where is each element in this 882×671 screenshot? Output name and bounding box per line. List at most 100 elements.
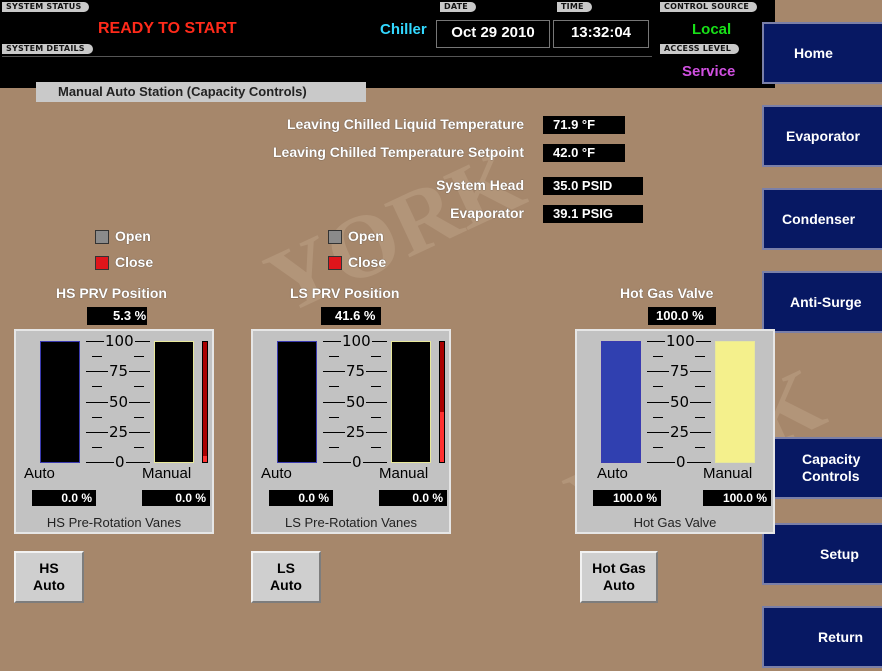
scale-50: 50 (669, 393, 691, 411)
reading-label-setpoint: Leaving Chilled Temperature Setpoint (272, 144, 524, 160)
time-value: 13:32:04 (553, 20, 649, 48)
hgv-auto-value: 100.0 % (593, 490, 661, 506)
hot-gas-valve-title: Hot Gas Valve (620, 285, 714, 301)
hs-prv-position-value: 5.3 % (87, 307, 147, 325)
scale-100: 100 (665, 332, 696, 350)
ls-scale: 100 75 50 25 0 (323, 332, 387, 471)
ls-manual-value: 0.0 % (379, 490, 447, 506)
ls-auto-label: Auto (261, 465, 292, 482)
hs-auto-value: 0.0 % (32, 490, 96, 506)
ls-panel-footer: LS Pre-Rotation Vanes (285, 515, 417, 530)
scale-50: 50 (345, 393, 367, 411)
hgv-auto-fill (602, 342, 640, 462)
scale-50: 50 (108, 393, 130, 411)
hs-manual-label: Manual (142, 465, 192, 482)
system-details-label: SYSTEM DETAILS (2, 44, 93, 54)
hs-auto-label: Auto (24, 465, 55, 482)
scale-75: 75 (669, 362, 691, 380)
hgv-auto-label: Auto (597, 465, 628, 482)
hgv-manual-value: 100.0 % (703, 490, 771, 506)
scale-0: 0 (675, 453, 687, 471)
reading-value-setpoint: 42.0 °F (543, 144, 625, 162)
nav-condenser-button[interactable]: Condenser (762, 188, 882, 250)
reading-value-lclt: 71.9 °F (543, 116, 625, 134)
control-source-label: CONTROL SOURCE (660, 2, 758, 12)
system-status-label: SYSTEM STATUS (2, 2, 90, 12)
page-title: Manual Auto Station (Capacity Controls) (36, 82, 366, 102)
hgv-manual-fill (716, 342, 754, 462)
ls-close-label: Close (348, 254, 387, 270)
hs-position-bar (202, 341, 208, 463)
hs-auto-button-line2: Auto (33, 577, 65, 593)
ls-auto-button-line2: Auto (270, 577, 302, 593)
scale-0: 0 (351, 453, 363, 471)
hs-close-indicator (95, 256, 109, 270)
ls-manual-bar (391, 341, 431, 463)
access-level-label: ACCESS LEVEL (660, 44, 740, 54)
scale-0: 0 (114, 453, 126, 471)
scale-75: 75 (108, 362, 130, 380)
hs-manual-bar (154, 341, 194, 463)
nav-return-button[interactable]: Return (762, 606, 882, 668)
ls-open-indicator (328, 230, 342, 244)
time-label: TIME (557, 2, 592, 12)
hs-auto-bar (40, 341, 80, 463)
scale-100: 100 (104, 332, 135, 350)
hgv-scale: 100 75 50 25 0 (647, 332, 711, 471)
ls-auto-bar (277, 341, 317, 463)
hs-auto-button-line1: HS (39, 560, 59, 576)
nav-home-button[interactable]: Home (762, 22, 882, 84)
hs-panel-footer: HS Pre-Rotation Vanes (46, 515, 182, 530)
hgv-station-panel: 100 75 50 25 0 Auto Manual 100.0 % 100.0… (575, 329, 775, 534)
hs-scale: 100 75 50 25 0 (86, 332, 150, 471)
ls-auto-button-line1: LS (277, 560, 295, 576)
hot-gas-auto-button[interactable]: Hot Gas Auto (580, 551, 658, 603)
nav-capacity-controls-button[interactable]: Capacity Controls (762, 437, 882, 499)
reading-label-evaporator: Evaporator (450, 205, 524, 221)
hot-gas-auto-button-line2: Auto (603, 577, 635, 593)
hs-manual-value: 0.0 % (142, 490, 210, 506)
hs-prv-position-title: HS PRV Position (56, 285, 167, 301)
control-source-value: Local (692, 21, 732, 38)
reading-value-system-head: 35.0 PSID (543, 177, 643, 195)
nav-anti-surge-button[interactable]: Anti-Surge (762, 271, 882, 333)
scale-25: 25 (108, 423, 130, 441)
reading-label-lclt: Leaving Chilled Liquid Temperature (287, 116, 524, 132)
hgv-auto-bar (601, 341, 641, 463)
hgv-panel-footer: Hot Gas Valve (633, 515, 717, 530)
scale-75: 75 (345, 362, 367, 380)
ls-open-label: Open (348, 228, 384, 244)
hot-gas-valve-position: 100.0 % (648, 307, 716, 325)
scale-25: 25 (669, 423, 691, 441)
hs-auto-button[interactable]: HS Auto (14, 551, 84, 603)
ls-auto-button[interactable]: LS Auto (251, 551, 321, 603)
hs-position-fill (203, 455, 207, 462)
ls-station-panel: 100 75 50 25 0 Auto Manual 0.0 % 0.0 % L… (251, 329, 451, 534)
ls-prv-position-value: 41.6 % (321, 307, 381, 325)
equipment-label: Chiller (380, 21, 427, 38)
hs-station-panel: 100 75 50 25 0 Auto Manual 0.0 % 0.0 % H… (14, 329, 214, 534)
ls-manual-label: Manual (379, 465, 429, 482)
nav-capacity-line1: Capacity (802, 451, 861, 467)
ls-close-indicator (328, 256, 342, 270)
ls-prv-position-title: LS PRV Position (290, 285, 400, 301)
scale-100: 100 (341, 332, 372, 350)
date-value: Oct 29 2010 (436, 20, 550, 48)
ls-auto-value: 0.0 % (269, 490, 333, 506)
date-label: DATE (440, 2, 476, 12)
hs-open-label: Open (115, 228, 151, 244)
access-level-value: Service (682, 63, 736, 80)
nav-setup-button[interactable]: Setup (762, 523, 882, 585)
hs-close-label: Close (115, 254, 154, 270)
hs-open-indicator (95, 230, 109, 244)
scale-25: 25 (345, 423, 367, 441)
nav-capacity-line2: Controls (802, 468, 860, 484)
system-status-value: READY TO START (98, 20, 237, 37)
hgv-manual-bar (715, 341, 755, 463)
nav-evaporator-button[interactable]: Evaporator (762, 105, 882, 167)
reading-label-system-head: System Head (436, 177, 524, 193)
reading-value-evaporator: 39.1 PSIG (543, 205, 643, 223)
ls-position-fill (440, 412, 444, 462)
ls-position-bar (439, 341, 445, 463)
system-details-area (2, 56, 652, 83)
